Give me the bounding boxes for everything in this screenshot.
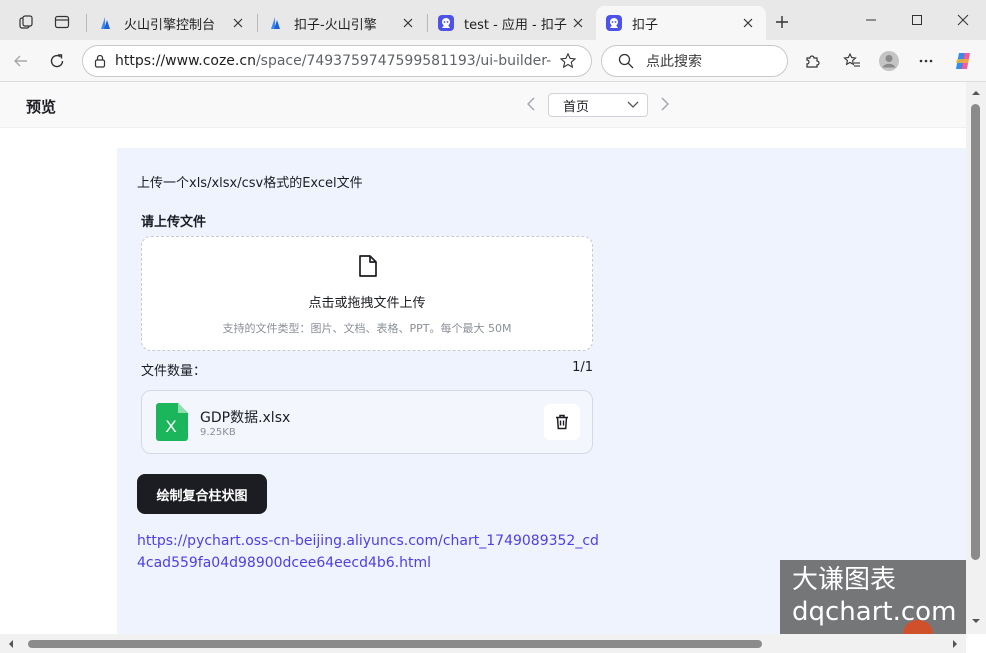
scroll-left-icon: [9, 640, 13, 648]
more-menu-icon[interactable]: [912, 47, 940, 75]
scroll-right-icon: [953, 640, 957, 648]
excel-file-letter: X: [165, 417, 176, 436]
extensions-icon[interactable]: [798, 47, 826, 75]
card-description: 上传一个xls/xlsx/csv格式的Excel文件: [137, 176, 363, 191]
favorite-star-icon[interactable]: [559, 52, 577, 70]
lock-icon[interactable]: [93, 54, 107, 68]
search-icon: [618, 53, 634, 69]
close-icon[interactable]: [230, 15, 246, 31]
url-text[interactable]: https://www.coze.cn/space/74937597475995…: [115, 53, 551, 69]
window-close-icon[interactable]: [940, 0, 986, 40]
volcengine-icon: [268, 15, 284, 31]
chevron-left-icon[interactable]: [522, 95, 540, 113]
address-bar[interactable]: https://www.coze.cn/space/74937597475995…: [82, 45, 592, 77]
horizontal-scrollbar[interactable]: [0, 634, 966, 653]
uploaded-file-item: X GDP数据.xlsx 9.25KB: [141, 390, 593, 454]
watermark-line1: 大谦图表: [792, 565, 897, 595]
trash-icon: [556, 414, 568, 430]
search-placeholder: 点此搜索: [646, 54, 702, 70]
file-count-row: 文件数量： 1/1: [141, 360, 593, 379]
tab-title: 扣子-火山引擎: [294, 17, 377, 33]
workspaces-icon[interactable]: [12, 8, 40, 36]
tab-title: 火山引擎控制台: [124, 17, 216, 33]
preview-header: 预览 首页: [0, 82, 966, 128]
url-path: /space/7493759747599581193/ui-builder-pr…: [255, 53, 551, 69]
dropzone-hint-text: 支持的文件类型：图片、文档、表格、PPT。每个最大 50M: [222, 322, 512, 335]
horizontal-scroll-thumb[interactable]: [28, 640, 762, 648]
file-count-label: 文件数量：: [141, 364, 207, 379]
file-size: 9.25KB: [200, 427, 236, 438]
tab-coze-volcengine[interactable]: 扣子-火山引擎: [258, 6, 426, 40]
watermark-line2: dqchart.com: [792, 597, 957, 627]
preview-title: 预览: [26, 98, 57, 116]
tab-title: 扣子: [632, 17, 659, 33]
tab-volcengine-console[interactable]: 火山引擎控制台: [88, 6, 256, 40]
tab-title: test - 应用 - 扣子: [464, 17, 567, 33]
scroll-up-icon: [972, 91, 980, 95]
page-select[interactable]: 首页: [548, 93, 648, 117]
tab-test-app-coze[interactable]: test - 应用 - 扣子: [428, 6, 596, 40]
excel-file-icon: X: [156, 403, 188, 441]
tab-actions-icon[interactable]: [48, 8, 76, 36]
new-tab-icon[interactable]: [768, 8, 796, 36]
chevron-right-icon[interactable]: [656, 95, 674, 113]
vertical-scroll-thumb[interactable]: [971, 104, 980, 560]
file-icon: [357, 254, 379, 278]
coze-icon: [438, 15, 454, 31]
close-icon[interactable]: [740, 15, 756, 31]
chevron-down-icon: [627, 101, 639, 109]
file-name: GDP数据.xlsx: [200, 410, 291, 426]
maximize-icon[interactable]: [894, 0, 940, 40]
favorites-icon[interactable]: [838, 47, 866, 75]
back-arrow-icon[interactable]: [7, 47, 35, 75]
browser-toolbar: https://www.coze.cn/space/74937597475995…: [0, 40, 986, 82]
coze-icon: [606, 15, 622, 31]
close-icon[interactable]: [570, 15, 586, 31]
refresh-icon[interactable]: [43, 47, 71, 75]
file-count-value: 1/1: [572, 360, 593, 375]
browser-tab-strip: 火山引擎控制台 扣子-火山引擎 test - 应用 - 扣子 扣子: [0, 0, 986, 42]
volcengine-icon: [98, 15, 114, 31]
search-box[interactable]: 点此搜索: [601, 45, 788, 77]
minimize-icon[interactable]: [848, 0, 894, 40]
delete-file-button[interactable]: [544, 404, 580, 440]
vertical-scrollbar[interactable]: [966, 82, 986, 634]
dropzone-main-text: 点击或拖拽文件上传: [308, 296, 426, 311]
draw-chart-button[interactable]: 绘制复合柱状图: [137, 474, 267, 514]
close-icon[interactable]: [400, 15, 416, 31]
file-dropzone[interactable]: 点击或拖拽文件上传 支持的文件类型：图片、文档、表格、PPT。每个最大 50M: [141, 236, 593, 351]
page-select-value: 首页: [563, 99, 590, 115]
copilot-icon[interactable]: [949, 47, 977, 75]
upload-label: 请上传文件: [141, 215, 207, 230]
tab-coze[interactable]: 扣子: [596, 6, 766, 40]
url-host: https://www.coze.cn: [115, 53, 256, 69]
profile-avatar-icon[interactable]: [875, 47, 903, 75]
scroll-down-icon: [972, 619, 980, 623]
page-viewport: 预览 首页 上传一个xls/xlsx/csv格式的Excel文件 请上传文件 点…: [0, 82, 986, 653]
chart-result-link[interactable]: https://pychart.oss-cn-beijing.aliyuncs.…: [137, 530, 605, 574]
watermark: 大谦图表 dqchart.com: [780, 560, 968, 634]
